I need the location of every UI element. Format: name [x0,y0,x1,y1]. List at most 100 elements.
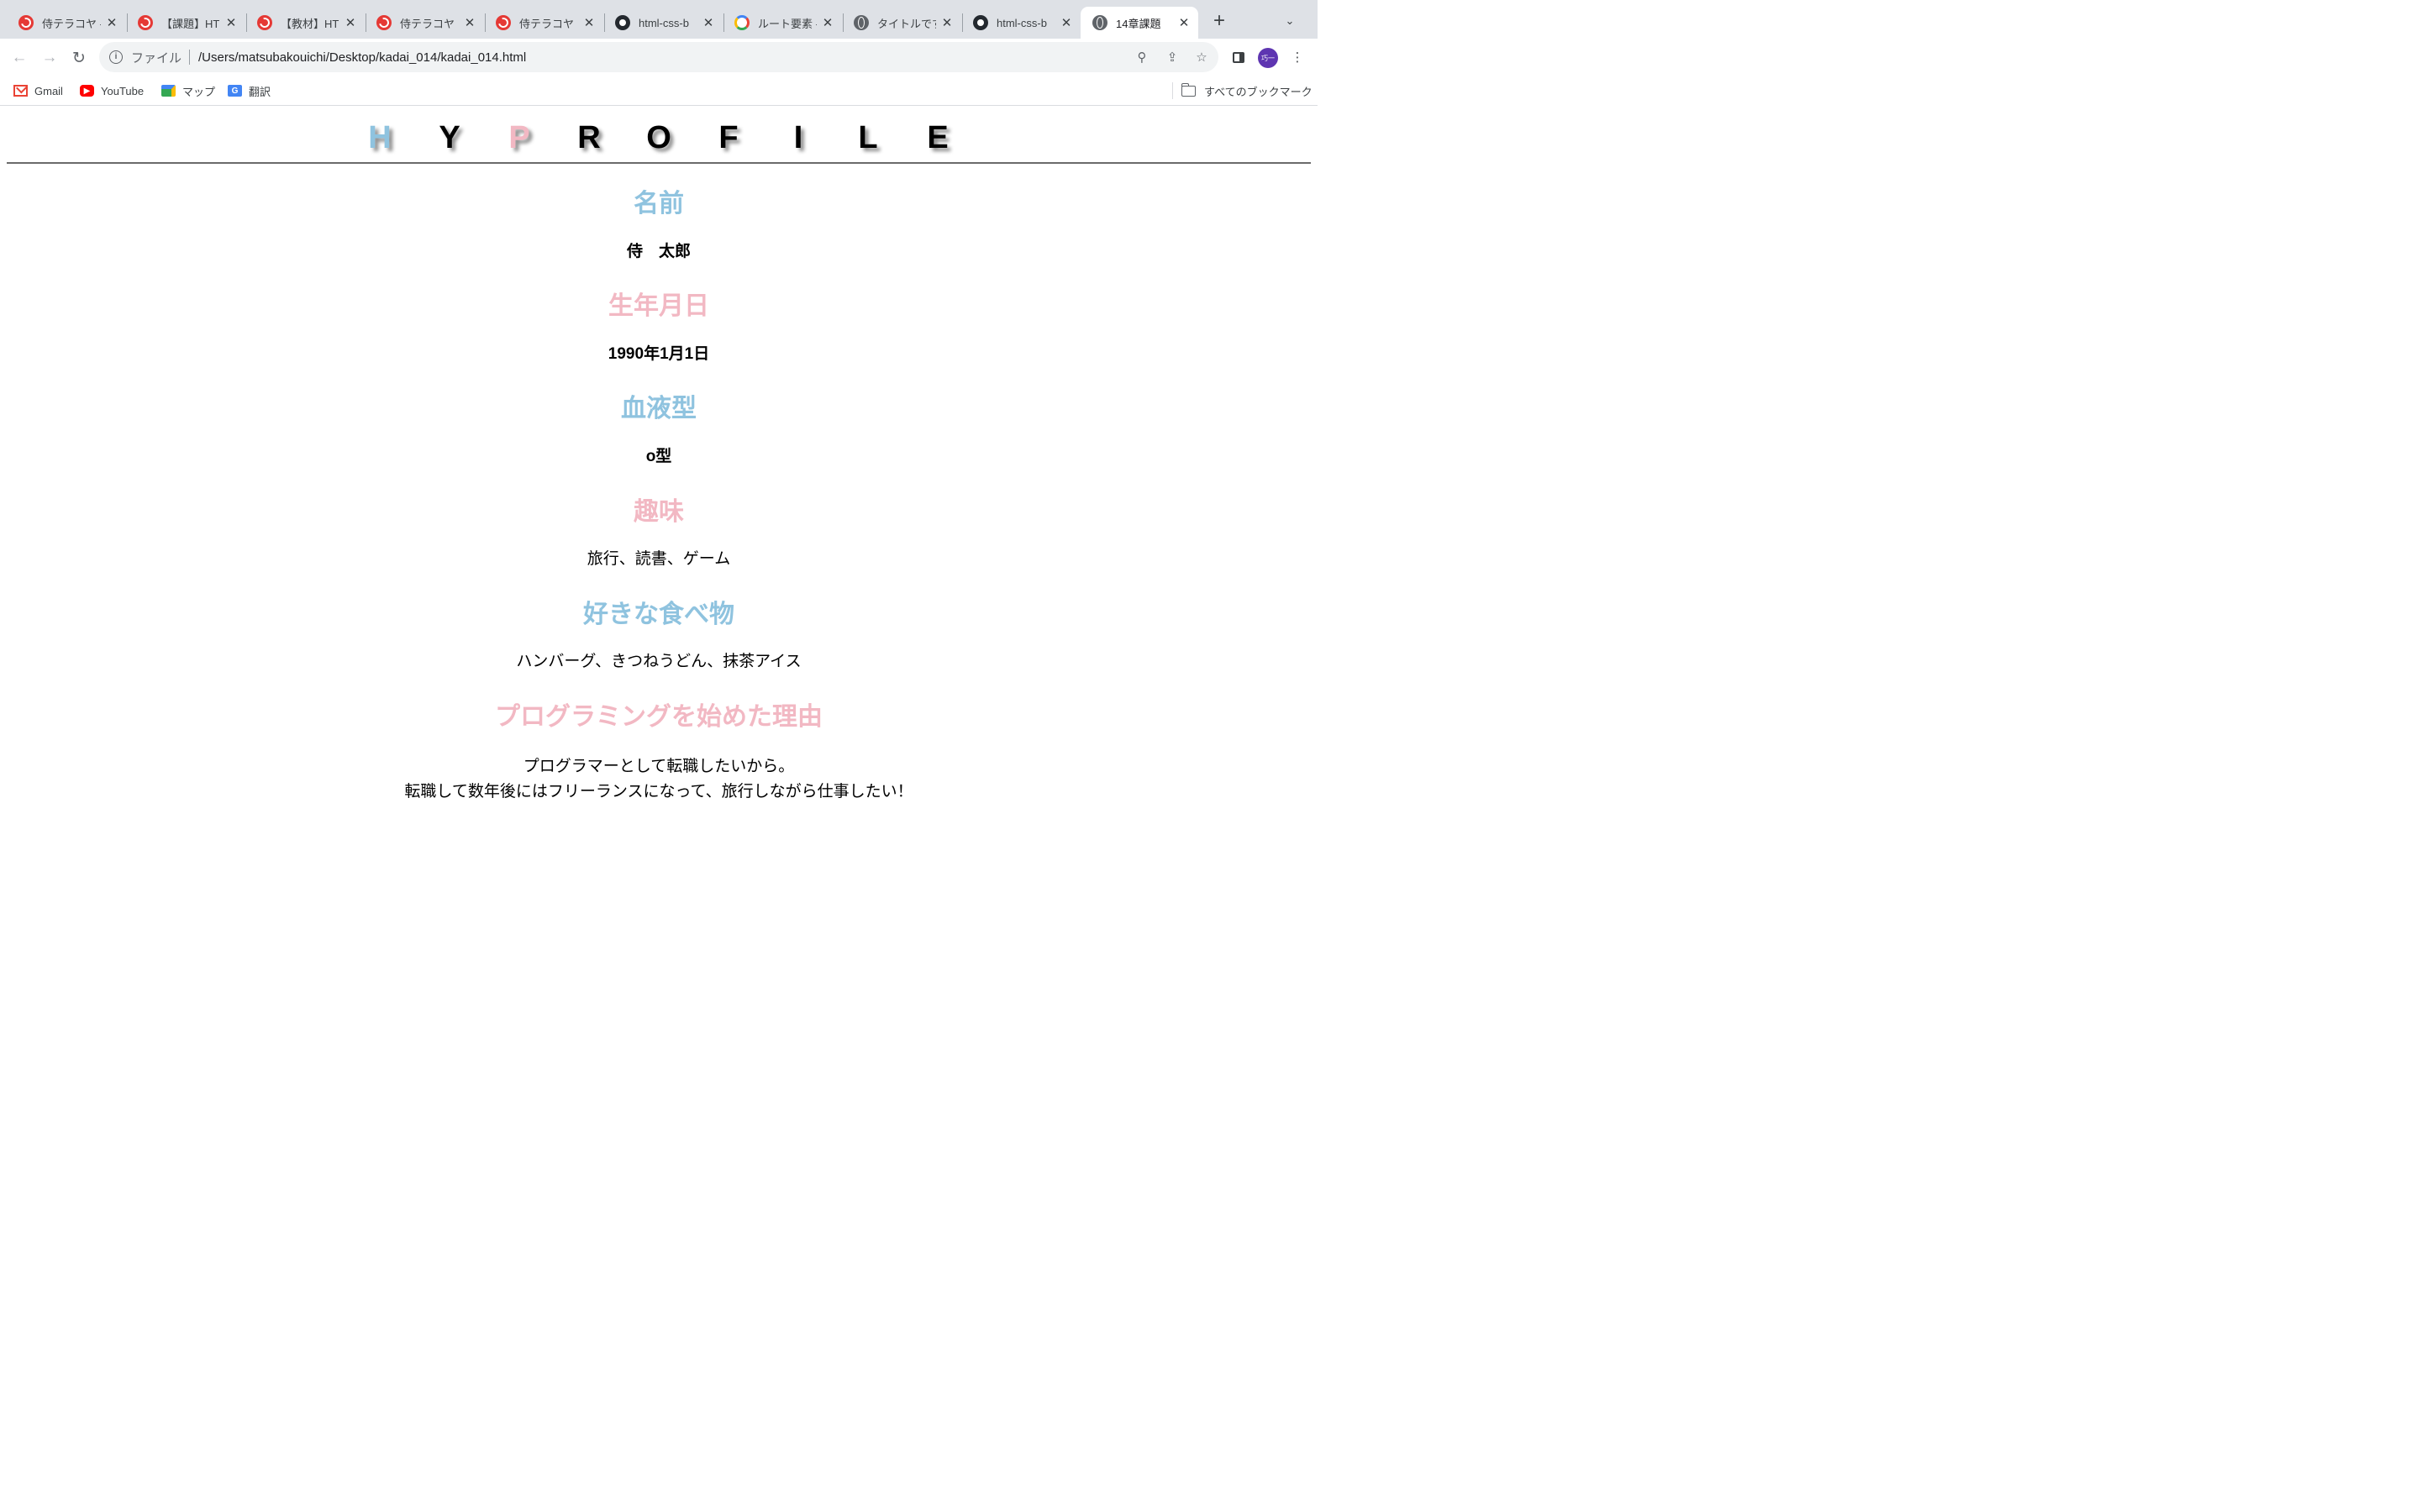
close-icon[interactable]: ✕ [820,15,835,30]
maps-icon [161,85,176,97]
tab-title: ルート要素 - [758,17,817,30]
section-value: 旅行、読書、ゲーム [587,550,731,568]
tab-1[interactable]: 侍テラコヤ - ✕ [7,7,126,39]
tab-title: html-css-b [639,16,689,29]
youtube-icon: ▶ [80,85,94,97]
hero-letter: O [646,120,671,155]
avatar[interactable]: 巧一 [1258,48,1278,68]
close-icon[interactable]: ✕ [343,15,358,30]
star-icon[interactable]: ☆ [1194,50,1209,65]
more-menu-icon[interactable]: ⋮ [1290,50,1305,65]
close-icon[interactable]: ✕ [1059,15,1074,30]
section-value: o型 [645,448,672,465]
gmail-icon [13,85,28,97]
section-value: ハンバーグ、きつねうどん、抹茶アイス [516,653,802,670]
tab-title: 侍テラコヤ [519,17,575,30]
all-bookmarks-label: すべてのブックマーク [1204,85,1313,98]
samurai-icon [257,15,272,30]
close-icon[interactable]: ✕ [581,15,597,30]
new-tab-button[interactable]: + [1208,11,1230,33]
section-value-line-2: 転職して数年後にはフリーランスになって、旅行しながら仕事したい！ [404,783,913,801]
back-arrow-icon[interactable]: ← [8,47,30,69]
chevron-down-icon[interactable]: ⌄ [1282,13,1297,29]
tab-6[interactable]: html-css-b ✕ [603,7,723,39]
section-value: 侍 太郎 [626,243,691,260]
hero-letter: F [718,120,739,155]
tab-title: 侍テラコヤ [400,17,455,30]
close-icon[interactable]: ✕ [1176,15,1192,30]
bookmark-label: YouTube [101,84,145,97]
section-title: 好きな食べ物 [583,601,734,628]
bookmark-translate[interactable]: G 翻訳 [228,83,271,98]
tab-title: 【課題】HT [161,17,220,30]
zoom-icon[interactable]: ⚲ [1134,50,1150,65]
tab-9[interactable]: html-css-b ✕ [961,7,1081,39]
samurai-icon [18,15,34,30]
samurai-icon [376,15,392,30]
hero-letter: E [927,120,949,155]
samurai-icon [138,15,153,30]
close-icon[interactable]: ✕ [104,15,119,30]
tab-4[interactable]: 侍テラコヤ ✕ [365,7,484,39]
section-blood-type: 血液型 o型 [0,392,1318,470]
hero-letter: I [793,120,803,155]
close-icon[interactable]: ✕ [701,15,716,30]
hero-letter: L [858,120,878,155]
address-bar[interactable]: i ファイル /Users/matsubakouichi/Desktop/kad… [99,42,1218,72]
share-icon[interactable]: ⇪ [1165,50,1180,65]
section-birthday: 生年月日 1990年1月1日 [0,290,1318,367]
bookmark-label: 翻訳 [249,85,271,98]
omnibox-divider [189,50,191,65]
close-icon[interactable]: ✕ [939,15,955,30]
tab-title: html-css-b [997,16,1047,29]
tab-8[interactable]: タイトルです ✕ [842,7,961,39]
hero-letter: R [577,120,601,155]
section-value: プログラマーとして転職したいから。 [523,758,795,775]
hero-letter: P [508,120,530,155]
tab-3[interactable]: 【教材】HT ✕ [245,7,365,39]
bookmark-label: マップ [182,85,216,98]
side-panel-icon[interactable] [1231,50,1246,65]
hero-letter: Y [439,120,460,155]
bookmarks-bar: Gmail ▶ YouTube マップ G 翻訳 すべてのブックマーク [0,76,1318,106]
forward-arrow-icon[interactable]: → [39,47,60,69]
close-icon[interactable]: ✕ [462,15,477,30]
tab-title: 侍テラコヤ - [42,17,101,30]
section-title: 生年月日 [608,292,709,320]
tab-title: タイトルです [877,17,936,30]
section-value: 1990年1月1日 [608,345,710,363]
tab-title: 14章課題 [1116,17,1161,30]
bookmark-gmail[interactable]: Gmail [13,83,63,98]
all-bookmarks-button[interactable]: すべてのブックマーク [1181,82,1313,98]
close-icon[interactable]: ✕ [224,15,239,30]
info-icon[interactable]: i [109,50,123,64]
github-icon [615,15,630,30]
section-hobbies: 趣味 旅行、読書、ゲーム [0,496,1318,572]
hero-title: H Y P R O F I L E [7,118,1311,157]
globe-icon [854,15,869,30]
section-name: 名前 侍 太郎 [0,187,1318,265]
translate-icon: G [228,85,242,97]
tab-5[interactable]: 侍テラコヤ ✕ [484,7,603,39]
scheme-label: ファイル [131,50,182,66]
section-title: 趣味 [634,498,684,526]
url-text[interactable]: /Users/matsubakouichi/Desktop/kadai_014/… [198,50,526,65]
page-content: H Y P R O F I L E 名前 侍 太郎 生年月日 1990年1月1日… [0,107,1318,823]
bookmarks-divider [1172,82,1173,99]
bookmark-maps[interactable]: マップ [161,83,215,98]
tab-strip: 侍テラコヤ - ✕ 【課題】HT ✕ 【教材】HT ✕ 侍テラコヤ ✕ 侍テラコ… [0,0,1318,39]
tab-active[interactable]: 14章課題 ✕ [1081,7,1198,39]
hero-header: H Y P R O F I L E [7,107,1311,164]
section-title: プログラミングを始めた理由 [495,703,823,731]
bookmark-youtube[interactable]: ▶ YouTube [80,83,144,98]
section-favorite-food: 好きな食べ物 ハンバーグ、きつねうどん、抹茶アイス [0,598,1318,675]
globe-icon [1092,15,1107,30]
toolbar: ← → ↻ i ファイル /Users/matsubakouichi/Deskt… [0,39,1318,76]
hero-letter: H [368,120,392,155]
section-reason: プログラミングを始めた理由 プログラマーとして転職したいから。 転職して数年後に… [0,701,1318,805]
section-title: 名前 [634,190,684,218]
tab-7[interactable]: ルート要素 - ✕ [723,7,842,39]
tab-2[interactable]: 【課題】HT ✕ [126,7,245,39]
folder-icon [1181,82,1196,97]
reload-icon[interactable]: ↻ [68,47,90,69]
